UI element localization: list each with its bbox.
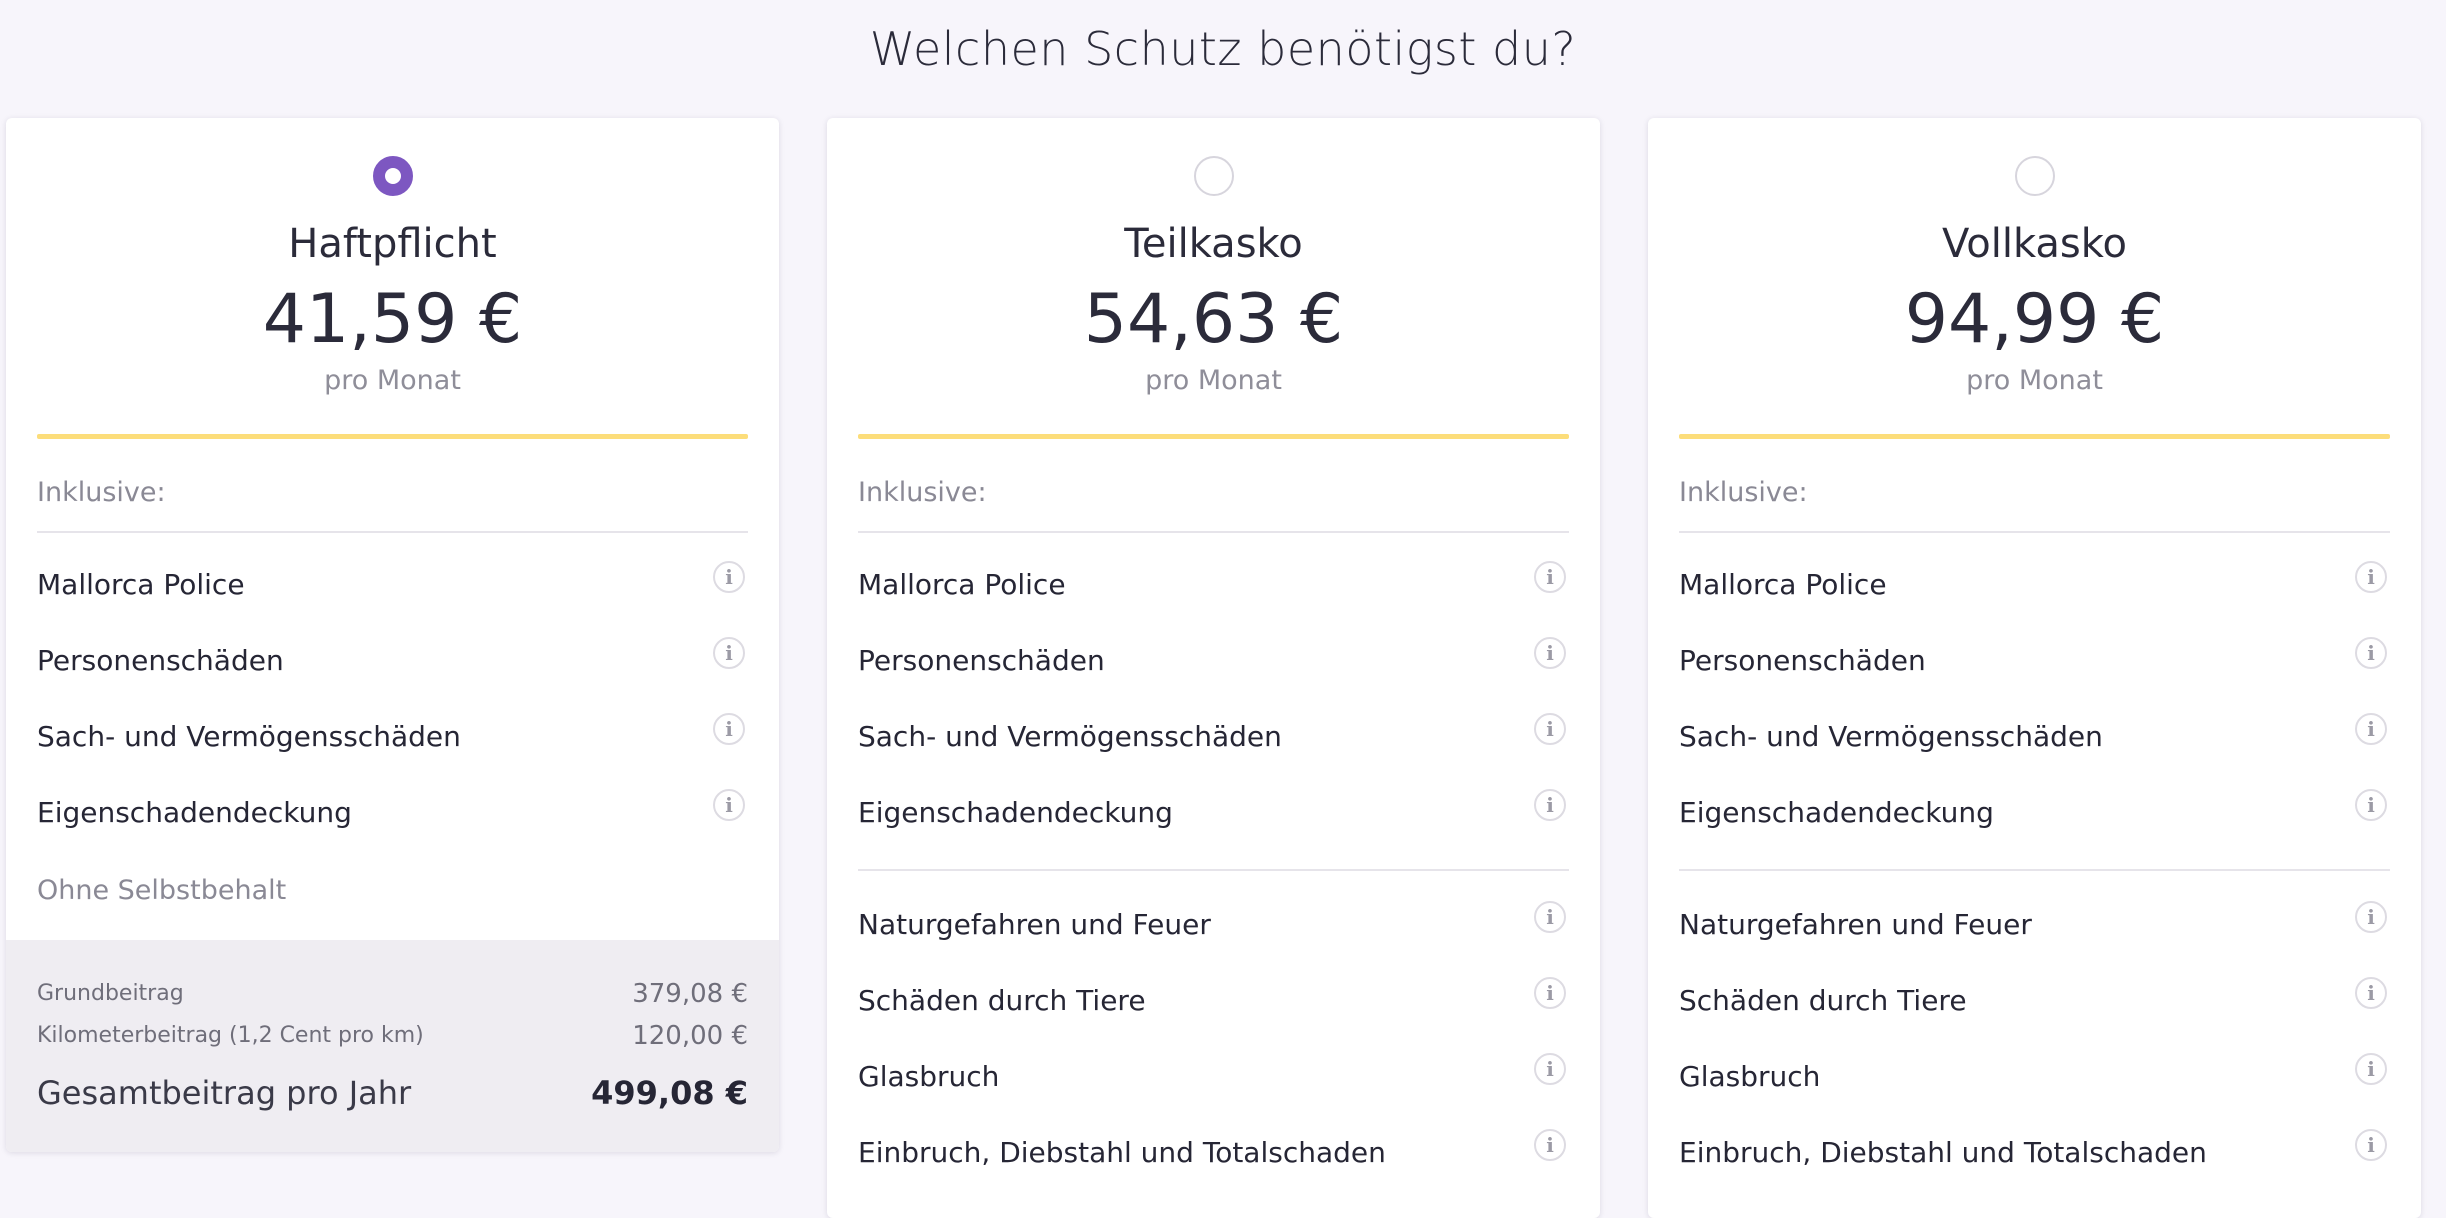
plan-divider <box>858 434 1569 439</box>
plan-period: pro Monat <box>1145 365 1282 396</box>
feature-item: Naturgefahren und Feuer i <box>858 901 1569 977</box>
info-icon[interactable]: i <box>1534 901 1566 933</box>
feature-label: Eigenschadendeckung <box>858 796 1173 829</box>
feature-label: Naturgefahren und Feuer <box>858 908 1211 941</box>
info-icon[interactable]: i <box>2355 1053 2387 1085</box>
plan-price: 94,99 € <box>1904 280 2165 359</box>
feature-item: Naturgefahren und Feuer i <box>1679 901 2390 977</box>
feature-item: Eigenschadendeckung i <box>1679 789 2390 865</box>
feature-item: Mallorca Police i <box>858 561 1569 637</box>
info-icon[interactable]: i <box>713 713 745 745</box>
feature-item: Eigenschadendeckung i <box>858 789 1569 865</box>
feature-item: Mallorca Police i <box>1679 561 2390 637</box>
base-fee-value: 379,08 € <box>632 979 748 1009</box>
feature-label: Personenschäden <box>858 644 1105 677</box>
total-row: Gesamtbeitrag pro Jahr 499,08 € <box>37 1074 748 1112</box>
included-label: Inklusive: <box>1679 477 1808 508</box>
included-label: Inklusive: <box>37 477 166 508</box>
info-icon[interactable]: i <box>2355 901 2387 933</box>
plan-price: 54,63 € <box>1083 280 1344 359</box>
info-icon[interactable]: i <box>713 789 745 821</box>
feature-item: Schäden durch Tiere i <box>1679 977 2390 1053</box>
plan-name: Teilkasko <box>1124 221 1303 267</box>
plan-divider <box>37 434 748 439</box>
feature-item: Sach- und Vermögensschäden i <box>37 713 748 789</box>
feature-label: Eigenschadendeckung <box>37 796 352 829</box>
feature-label: Schäden durch Tiere <box>1679 984 1967 1017</box>
price-summary: Grundbeitrag 379,08 € Kilometerbeitrag (… <box>6 940 779 1152</box>
info-icon[interactable]: i <box>2355 713 2387 745</box>
feature-label: Mallorca Police <box>1679 568 1887 601</box>
feature-label: Naturgefahren und Feuer <box>1679 908 2032 941</box>
plan-card-teilkasko[interactable]: Teilkasko 54,63 € pro Monat Inklusive: M… <box>827 118 1600 1218</box>
info-icon[interactable]: i <box>713 637 745 669</box>
info-icon[interactable]: i <box>2355 561 2387 593</box>
km-fee-label: Kilometerbeitrag (1,2 Cent pro km) <box>37 1023 424 1048</box>
divider <box>37 531 748 533</box>
info-icon[interactable]: i <box>2355 977 2387 1009</box>
base-fee-label: Grundbeitrag <box>37 981 184 1006</box>
feature-label: Personenschäden <box>1679 644 1926 677</box>
plan-price: 41,59 € <box>262 280 523 359</box>
deductible-label: Ohne Selbstbehalt <box>37 875 287 906</box>
feature-item: Glasbruch i <box>858 1053 1569 1129</box>
feature-label: Glasbruch <box>858 1060 1000 1093</box>
info-icon[interactable]: i <box>2355 637 2387 669</box>
feature-item: Schäden durch Tiere i <box>858 977 1569 1053</box>
feature-group-divider <box>1679 869 2390 871</box>
plan-radio-teilkasko[interactable] <box>1193 156 1234 196</box>
info-icon[interactable]: i <box>2355 789 2387 821</box>
feature-label: Sach- und Vermögensschäden <box>858 720 1282 753</box>
feature-label: Mallorca Police <box>858 568 1066 601</box>
total-label: Gesamtbeitrag pro Jahr <box>37 1074 412 1112</box>
info-icon[interactable]: i <box>1534 977 1566 1009</box>
plan-name: Haftpflicht <box>288 221 497 267</box>
km-fee-row: Kilometerbeitrag (1,2 Cent pro km) 120,0… <box>37 1018 748 1060</box>
feature-label: Sach- und Vermögensschäden <box>37 720 461 753</box>
feature-item: Einbruch, Diebstahl und Totalschaden i <box>1679 1129 2390 1205</box>
feature-item: Einbruch, Diebstahl und Totalschaden i <box>858 1129 1569 1205</box>
plan-name: Vollkasko <box>1942 221 2127 267</box>
info-icon[interactable]: i <box>1534 561 1566 593</box>
info-icon[interactable]: i <box>1534 713 1566 745</box>
included-label: Inklusive: <box>858 477 987 508</box>
divider <box>858 531 1569 533</box>
plan-card-haftpflicht[interactable]: Haftpflicht 41,59 € pro Monat Inklusive:… <box>6 118 779 1152</box>
feature-item: Personenschäden i <box>37 637 748 713</box>
info-icon[interactable]: i <box>713 561 745 593</box>
info-icon[interactable]: i <box>2355 1129 2387 1161</box>
feature-label: Einbruch, Diebstahl und Totalschaden <box>1679 1136 2207 1169</box>
plan-period: pro Monat <box>1966 365 2103 396</box>
feature-item: Glasbruch i <box>1679 1053 2390 1129</box>
base-fee-row: Grundbeitrag 379,08 € <box>37 976 748 1018</box>
feature-item: Personenschäden i <box>1679 637 2390 713</box>
info-icon[interactable]: i <box>1534 637 1566 669</box>
divider <box>1679 531 2390 533</box>
feature-label: Mallorca Police <box>37 568 245 601</box>
km-fee-value: 120,00 € <box>632 1021 748 1051</box>
plan-period: pro Monat <box>324 365 461 396</box>
plan-divider <box>1679 434 2390 439</box>
info-icon[interactable]: i <box>1534 1129 1566 1161</box>
plan-card-vollkasko[interactable]: Vollkasko 94,99 € pro Monat Inklusive: M… <box>1648 118 2421 1218</box>
feature-item: Eigenschadendeckung i <box>37 789 748 865</box>
feature-label: Sach- und Vermögensschäden <box>1679 720 2103 753</box>
feature-group-divider <box>858 869 1569 871</box>
feature-item: Mallorca Police i <box>37 561 748 637</box>
feature-label: Eigenschadendeckung <box>1679 796 1994 829</box>
plan-radio-vollkasko[interactable] <box>2014 156 2055 196</box>
info-icon[interactable]: i <box>1534 789 1566 821</box>
feature-item: Sach- und Vermögensschäden i <box>858 713 1569 789</box>
feature-label: Einbruch, Diebstahl und Totalschaden <box>858 1136 1386 1169</box>
feature-item: Sach- und Vermögensschäden i <box>1679 713 2390 789</box>
total-value: 499,08 € <box>591 1074 748 1112</box>
feature-label: Personenschäden <box>37 644 284 677</box>
feature-label: Schäden durch Tiere <box>858 984 1146 1017</box>
feature-label: Glasbruch <box>1679 1060 1821 1093</box>
plan-radio-haftpflicht[interactable] <box>372 156 413 196</box>
info-icon[interactable]: i <box>1534 1053 1566 1085</box>
feature-item: Personenschäden i <box>858 637 1569 713</box>
page-title: Welchen Schutz benötigst du? <box>869 22 1577 76</box>
